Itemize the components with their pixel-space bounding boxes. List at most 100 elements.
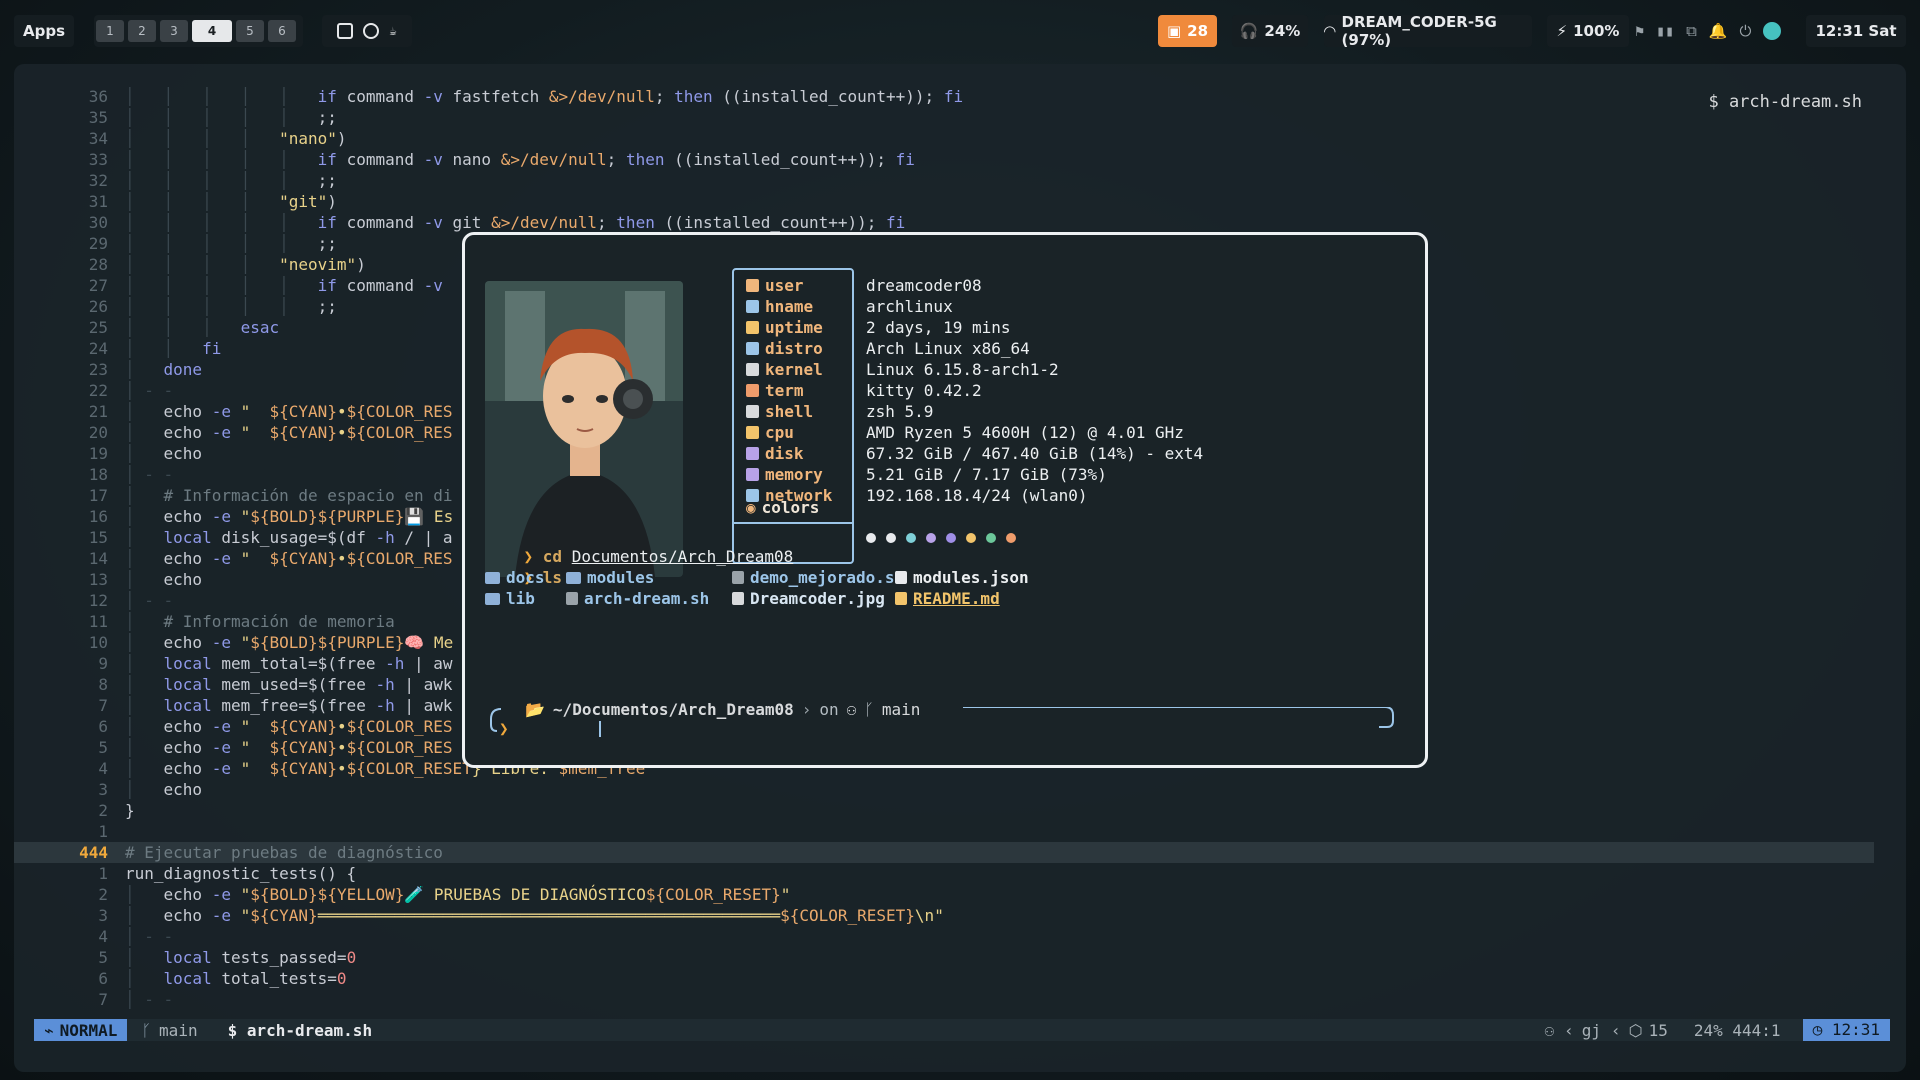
indent-guide: │ <box>125 696 164 715</box>
token: " <box>780 885 791 904</box>
code-line[interactable]: 2} <box>14 800 1874 821</box>
token: local <box>163 948 222 967</box>
code-line[interactable]: 4 │ - - <box>14 926 1874 947</box>
workspace-2[interactable]: 2 <box>128 20 156 42</box>
fetch-value: AMD Ryzen 5 4600H (12) @ 4.01 GHz <box>866 423 1184 442</box>
code-line[interactable]: 34 │ │ │ │ "nano") <box>14 128 1874 149</box>
status-position: 24% 444:1 <box>1693 1020 1781 1040</box>
token: fi <box>202 339 222 358</box>
code-line[interactable]: 6 │ local total_tests=0 <box>14 968 1874 989</box>
token: -e <box>211 738 241 757</box>
line-number: 21 <box>88 402 108 421</box>
chart-icon[interactable]: ▮▮ <box>1656 22 1674 40</box>
prompt-path: ~/Documentos/Arch_Dream08 <box>552 700 794 719</box>
code-line[interactable]: 2 │ echo -e "${BOLD}${YELLOW}🧪 PRUEBAS DE… <box>14 884 1874 905</box>
ls-entry-name: docs <box>506 568 545 587</box>
code-text: │ - - <box>125 926 173 947</box>
workspace-3[interactable]: 3 <box>160 20 188 42</box>
coffee-icon[interactable]: ☕ <box>389 24 396 38</box>
distro-icon <box>746 342 759 355</box>
code-text: │ - - <box>125 989 173 1010</box>
token: -h <box>375 675 405 694</box>
token: then <box>616 213 665 232</box>
code-text: │ │ │ │ │ ;; <box>125 296 337 317</box>
code-text: │ done <box>125 359 202 380</box>
code-line[interactable]: 35 │ │ │ │ │ ;; <box>14 107 1874 128</box>
workspace-1[interactable]: 1 <box>96 20 124 42</box>
code-text: │ │ │ │ │ if command -v git &>/dev/null;… <box>125 212 905 233</box>
ls-entry[interactable]: arch-dream.sh <box>566 588 709 609</box>
workspace-6[interactable]: 6 <box>268 20 296 42</box>
token: disk_usage=$(df <box>221 528 376 547</box>
audio-indicator[interactable]: 🎧 24% <box>1232 15 1308 47</box>
token: if <box>317 87 347 106</box>
power-icon[interactable]: ⏻ <box>1740 22 1752 40</box>
ls-entry[interactable]: modules.json <box>895 567 1029 588</box>
code-line[interactable]: 3 │ echo <box>14 779 1874 800</box>
token: &>/dev/null <box>491 213 598 232</box>
code-line[interactable]: 31 │ │ │ │ "git") <box>14 191 1874 212</box>
ls-entry[interactable]: Dreamcoder.jpg <box>732 588 885 609</box>
code-line[interactable]: 32 │ │ │ │ │ ;; <box>14 170 1874 191</box>
line-number: 13 <box>88 570 108 589</box>
code-text: │ local disk_usage=$(df -h / | a <box>125 527 453 548</box>
code-line[interactable]: 5 │ local tests_passed=0 <box>14 947 1874 968</box>
indent-guide: │ <box>125 654 164 673</box>
ls-entry[interactable]: docs <box>485 567 545 588</box>
code-text: │ - - <box>125 590 173 611</box>
token: command <box>346 276 424 295</box>
terminal-window[interactable]: user hname uptime distro kernel term shell cpu d… <box>462 232 1428 768</box>
token: local <box>163 969 222 988</box>
updates-badge[interactable]: ▣ 28 <box>1158 15 1217 47</box>
indent-guide: │ - - <box>125 990 174 1009</box>
token: total_tests= <box>221 969 337 988</box>
screenshot-icon[interactable]: ⧉ <box>1686 22 1697 40</box>
prompt-box[interactable]: 📂 ~/Documentos/Arch_Dream08 › on ⚇ ᚴ mai… <box>489 700 1405 738</box>
avatar-icon[interactable] <box>1763 22 1782 40</box>
wifi-indicator[interactable]: ◠ DREAM_CODER-5G (97%) <box>1324 13 1532 49</box>
clock[interactable]: 12:31 Sat <box>1806 15 1906 47</box>
line-number: 10 <box>88 633 108 652</box>
bell-icon[interactable]: 🔔 <box>1709 22 1728 40</box>
flag-icon[interactable]: ⚑ <box>1635 22 1644 40</box>
workspace-4[interactable]: 4 <box>192 20 232 42</box>
token: echo <box>163 885 212 904</box>
ls-entry[interactable]: README.md <box>895 588 1000 609</box>
line-number: 35 <box>88 108 108 127</box>
line-number: 5 <box>98 948 108 967</box>
token: -h <box>375 528 405 547</box>
code-line[interactable]: 30 │ │ │ │ │ if command -v git &>/dev/nul… <box>14 212 1874 233</box>
token: } <box>125 801 135 820</box>
token: ${COLOR_RESET} <box>645 885 781 904</box>
ls-entry[interactable]: modules <box>566 567 654 588</box>
code-line[interactable]: 444 # Ejecutar pruebas de diagnóstico <box>14 842 1874 863</box>
token: ; <box>606 150 626 169</box>
line-number: 2 <box>98 885 108 904</box>
record-icon[interactable] <box>363 23 380 39</box>
apps-button[interactable]: Apps <box>14 15 74 47</box>
code-line[interactable]: 33 │ │ │ │ │ if command -v nano &>/dev/nu… <box>14 149 1874 170</box>
code-line[interactable]: 1 run_diagnostic_tests() { <box>14 863 1874 884</box>
code-line[interactable]: 3 │ echo -e "${CYAN}═════════════════════… <box>14 905 1874 926</box>
window-icon[interactable] <box>337 23 354 39</box>
code-line[interactable]: 1 <box>14 821 1874 842</box>
code-line[interactable]: 36 │ │ │ │ │ if command -v fastfetch &>/d… <box>14 86 1874 107</box>
token: command <box>346 150 424 169</box>
token: echo <box>163 780 203 799</box>
token: tests_passed= <box>221 948 347 967</box>
token: ${CYAN} <box>269 402 337 421</box>
line-number: 4 <box>98 759 108 778</box>
ls-entry[interactable]: lib <box>485 588 535 609</box>
code-line[interactable]: 7 │ - - <box>14 989 1874 1010</box>
ls-entry[interactable]: demo_mejorado.sh <box>732 567 904 588</box>
workspace-5[interactable]: 5 <box>236 20 264 42</box>
token: " <box>240 885 251 904</box>
token: " <box>240 423 270 442</box>
token: ${COLOR_RESET} <box>780 906 915 925</box>
indent-guide: │ │ │ │ │ <box>125 276 318 295</box>
token: echo <box>163 423 212 442</box>
status-extras: gj <box>1581 1020 1601 1040</box>
token: mem_used=$(free <box>221 675 376 694</box>
battery-indicator[interactable]: ⚡ 100% <box>1547 15 1629 47</box>
code-text: │ │ │ │ │ if command -v fastfetch &>/dev… <box>125 86 963 107</box>
